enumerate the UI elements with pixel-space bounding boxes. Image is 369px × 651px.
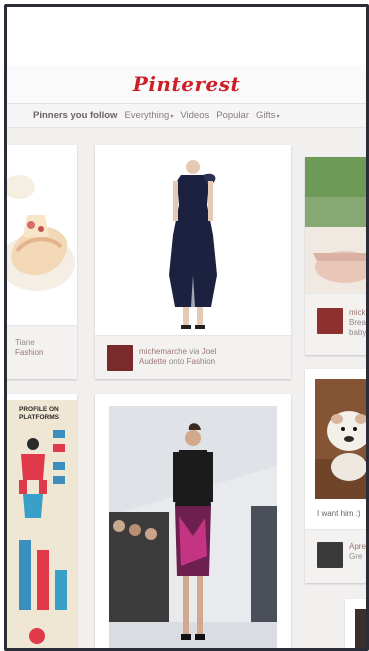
nav-gifts-label: Gifts: [256, 110, 276, 121]
nav-everything-label: Everything: [124, 110, 170, 121]
infographic-figures: [19, 430, 67, 644]
pinner-link[interactable]: micki: [349, 308, 366, 318]
pin-card-runway[interactable]: [95, 394, 291, 648]
pinner-link[interactable]: michemarche: [139, 347, 187, 356]
nav-gifts[interactable]: Gifts▾: [256, 110, 280, 121]
infographic-heading-line-2: PLATFORMS: [19, 414, 59, 421]
via-user-link-2[interactable]: Audette: [139, 357, 167, 366]
bulldog-illustration: [315, 379, 366, 499]
pin-footer: I want him :) Apre Gre: [305, 499, 366, 583]
attribution-line-1: michemarche via Joel: [139, 347, 289, 357]
pin-attribution: Tiane Fashion: [15, 338, 77, 358]
pin-card-outdoor[interactable]: micki Brea baby: [305, 157, 367, 355]
pin-image-partial[interactable]: [355, 609, 366, 648]
pin-image-dress[interactable]: [95, 145, 291, 335]
pin-card-partial[interactable]: [345, 599, 366, 648]
browser-top-area: [7, 7, 366, 65]
avatar[interactable]: [317, 308, 343, 334]
pinterest-logo[interactable]: Pinterest: [133, 72, 240, 96]
pin-image-bulldog[interactable]: [315, 379, 366, 499]
pin-attribution: Apre Gre: [349, 542, 366, 562]
site-header: Pinterest: [7, 65, 366, 104]
via-user-link[interactable]: Joel: [202, 347, 217, 356]
attribution-line-2: Audette onto Fashion: [139, 357, 289, 367]
attribution-line-2: Gre: [349, 552, 363, 561]
chevron-down-icon: ▾: [276, 114, 280, 120]
pin-card-infographic[interactable]: PROFILE ON PLATFORMS: [7, 394, 77, 648]
nav-videos[interactable]: Videos: [180, 110, 209, 121]
via-text: via: [189, 347, 200, 356]
infographic-heading-line-1: PROFILE ON: [19, 406, 59, 413]
nav-popular[interactable]: Popular: [216, 110, 249, 121]
avatar[interactable]: [317, 542, 343, 568]
pin-image-outdoor[interactable]: [305, 157, 366, 293]
infographic-heading: PROFILE ON PLATFORMS: [19, 406, 77, 422]
pin-card-dress[interactable]: michemarche via Joel Audette onto Fashio…: [95, 145, 291, 379]
pin-image-runway[interactable]: [109, 406, 277, 648]
pinner-link[interactable]: Apre: [349, 542, 366, 552]
pin-image-cake[interactable]: [7, 145, 77, 325]
pin-card-bulldog[interactable]: I want him :) Apre Gre: [305, 369, 366, 583]
pin-footer: micki Brea baby: [305, 293, 367, 355]
pin-image-infographic[interactable]: PROFILE ON PLATFORMS: [7, 400, 77, 648]
pin-footer-inner: Apre Gre: [305, 529, 366, 583]
category-nav: Pinners you follow Everything▾ Videos Po…: [7, 104, 366, 128]
board-link[interactable]: Fashion: [187, 357, 215, 366]
screenshot-frame: Pinterest Pinners you follow Everything▾…: [4, 4, 369, 651]
avatar[interactable]: [107, 345, 133, 371]
chevron-down-icon: ▾: [170, 114, 174, 120]
outdoor-illustration: [305, 157, 366, 293]
dress-illustration: [169, 160, 217, 329]
runway-illustration: [109, 406, 277, 648]
nav-pinners-you-follow[interactable]: Pinners you follow: [33, 110, 117, 121]
pin-caption: I want him :): [317, 509, 361, 518]
cake-illustration: [7, 175, 75, 291]
nav-everything[interactable]: Everything▾: [124, 110, 173, 121]
pin-card-cake[interactable]: Tiane Fashion: [7, 145, 77, 379]
pin-text: Tiane: [15, 338, 35, 347]
attribution-line-3: baby: [349, 328, 367, 337]
pin-attribution: micki Brea baby: [349, 308, 367, 338]
pin-footer: Tiane Fashion: [7, 325, 77, 379]
onto-text: onto: [168, 357, 185, 366]
attribution-line-2: Brea: [349, 318, 366, 327]
board-link[interactable]: Fashion: [15, 348, 77, 358]
pin-footer: michemarche via Joel Audette onto Fashio…: [95, 335, 291, 379]
pin-attribution: michemarche via Joel Audette onto Fashio…: [139, 347, 289, 367]
